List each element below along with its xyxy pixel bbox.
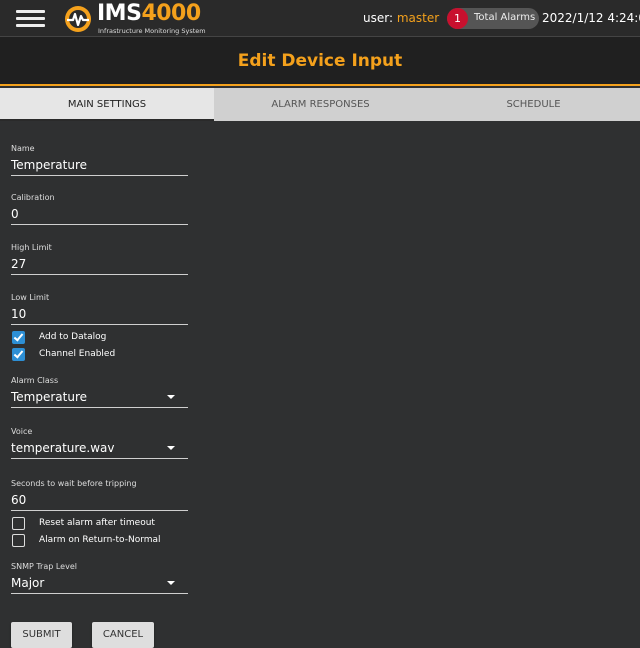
name-input[interactable]: Temperature <box>11 157 188 176</box>
logo-mark-icon <box>65 6 91 32</box>
cancel-button[interactable]: CANCEL <box>92 622 154 648</box>
tab-alarm-responses[interactable]: ALARM RESPONSES <box>214 88 427 121</box>
reset-alarm-checkbox[interactable]: Reset alarm after timeout <box>12 517 212 531</box>
add-to-datalog-checkbox[interactable]: Add to Datalog <box>12 331 212 345</box>
snmp-trap-field: SNMP Trap Level Major <box>11 562 188 594</box>
tab-schedule[interactable]: SCHEDULE <box>427 88 640 121</box>
alarm-rtn-checkbox[interactable]: Alarm on Return-to-Normal <box>12 534 212 548</box>
checkbox-checked-icon <box>12 331 25 344</box>
calibration-input[interactable]: 0 <box>11 206 188 225</box>
checkbox-unchecked-icon <box>12 517 25 530</box>
channel-enabled-checkbox[interactable]: Channel Enabled <box>12 348 212 362</box>
alarm-label: Total Alarms <box>474 12 536 23</box>
alarm-rtn-label: Alarm on Return-to-Normal <box>39 535 161 545</box>
title-bar: Edit Device Input <box>0 37 640 86</box>
channel-enabled-label: Channel Enabled <box>39 349 116 359</box>
low-limit-label: Low Limit <box>11 293 50 302</box>
caret-down-icon <box>167 581 175 585</box>
checkbox-unchecked-icon <box>12 534 25 547</box>
calibration-field: Calibration 0 <box>11 193 188 225</box>
caret-down-icon <box>167 395 175 399</box>
name-field: Name Temperature <box>11 144 188 176</box>
alarm-class-label: Alarm Class <box>11 376 59 385</box>
tab-bar: MAIN SETTINGS ALARM RESPONSES SCHEDULE <box>0 88 640 121</box>
high-limit-field: High Limit 27 <box>11 243 188 275</box>
voice-label: Voice <box>11 427 33 436</box>
alarm-count-badge: 1 <box>447 8 468 29</box>
snmp-trap-select[interactable]: Major <box>11 575 188 594</box>
name-label: Name <box>11 144 35 153</box>
user-display: user: master <box>363 11 440 25</box>
logo: IMS4000 Infrastructure Monitoring System <box>64 1 214 35</box>
high-limit-input[interactable]: 27 <box>11 256 188 275</box>
seconds-wait-field: Seconds to wait before tripping 60 <box>11 479 188 511</box>
total-alarms-button[interactable]: 1 Total Alarms <box>447 8 539 29</box>
voice-select[interactable]: temperature.wav <box>11 440 188 459</box>
top-bar: IMS4000 Infrastructure Monitoring System… <box>0 0 640 37</box>
add-to-datalog-label: Add to Datalog <box>39 332 107 342</box>
datetime: 2022/1/12 4:24:02 <box>542 11 640 25</box>
snmp-trap-label: SNMP Trap Level <box>11 562 77 571</box>
seconds-wait-input[interactable]: 60 <box>11 492 188 511</box>
submit-button[interactable]: SUBMIT <box>11 622 72 648</box>
alarm-class-field: Alarm Class Temperature <box>11 376 188 408</box>
logo-text: IMS4000 <box>97 1 201 26</box>
page-title: Edit Device Input <box>237 51 403 71</box>
menu-icon[interactable] <box>16 10 45 28</box>
seconds-wait-label: Seconds to wait before tripping <box>11 479 137 488</box>
calibration-label: Calibration <box>11 193 55 202</box>
checkbox-checked-icon <box>12 348 25 361</box>
user-name: master <box>396 11 440 25</box>
low-limit-field: Low Limit 10 <box>11 293 188 325</box>
low-limit-input[interactable]: 10 <box>11 306 188 325</box>
voice-field: Voice temperature.wav <box>11 427 188 459</box>
tab-main-settings[interactable]: MAIN SETTINGS <box>0 88 214 121</box>
logo-subtitle: Infrastructure Monitoring System <box>98 27 206 35</box>
alarm-class-select[interactable]: Temperature <box>11 389 188 408</box>
reset-alarm-label: Reset alarm after timeout <box>39 518 155 528</box>
caret-down-icon <box>167 446 175 450</box>
high-limit-label: High Limit <box>11 243 52 252</box>
